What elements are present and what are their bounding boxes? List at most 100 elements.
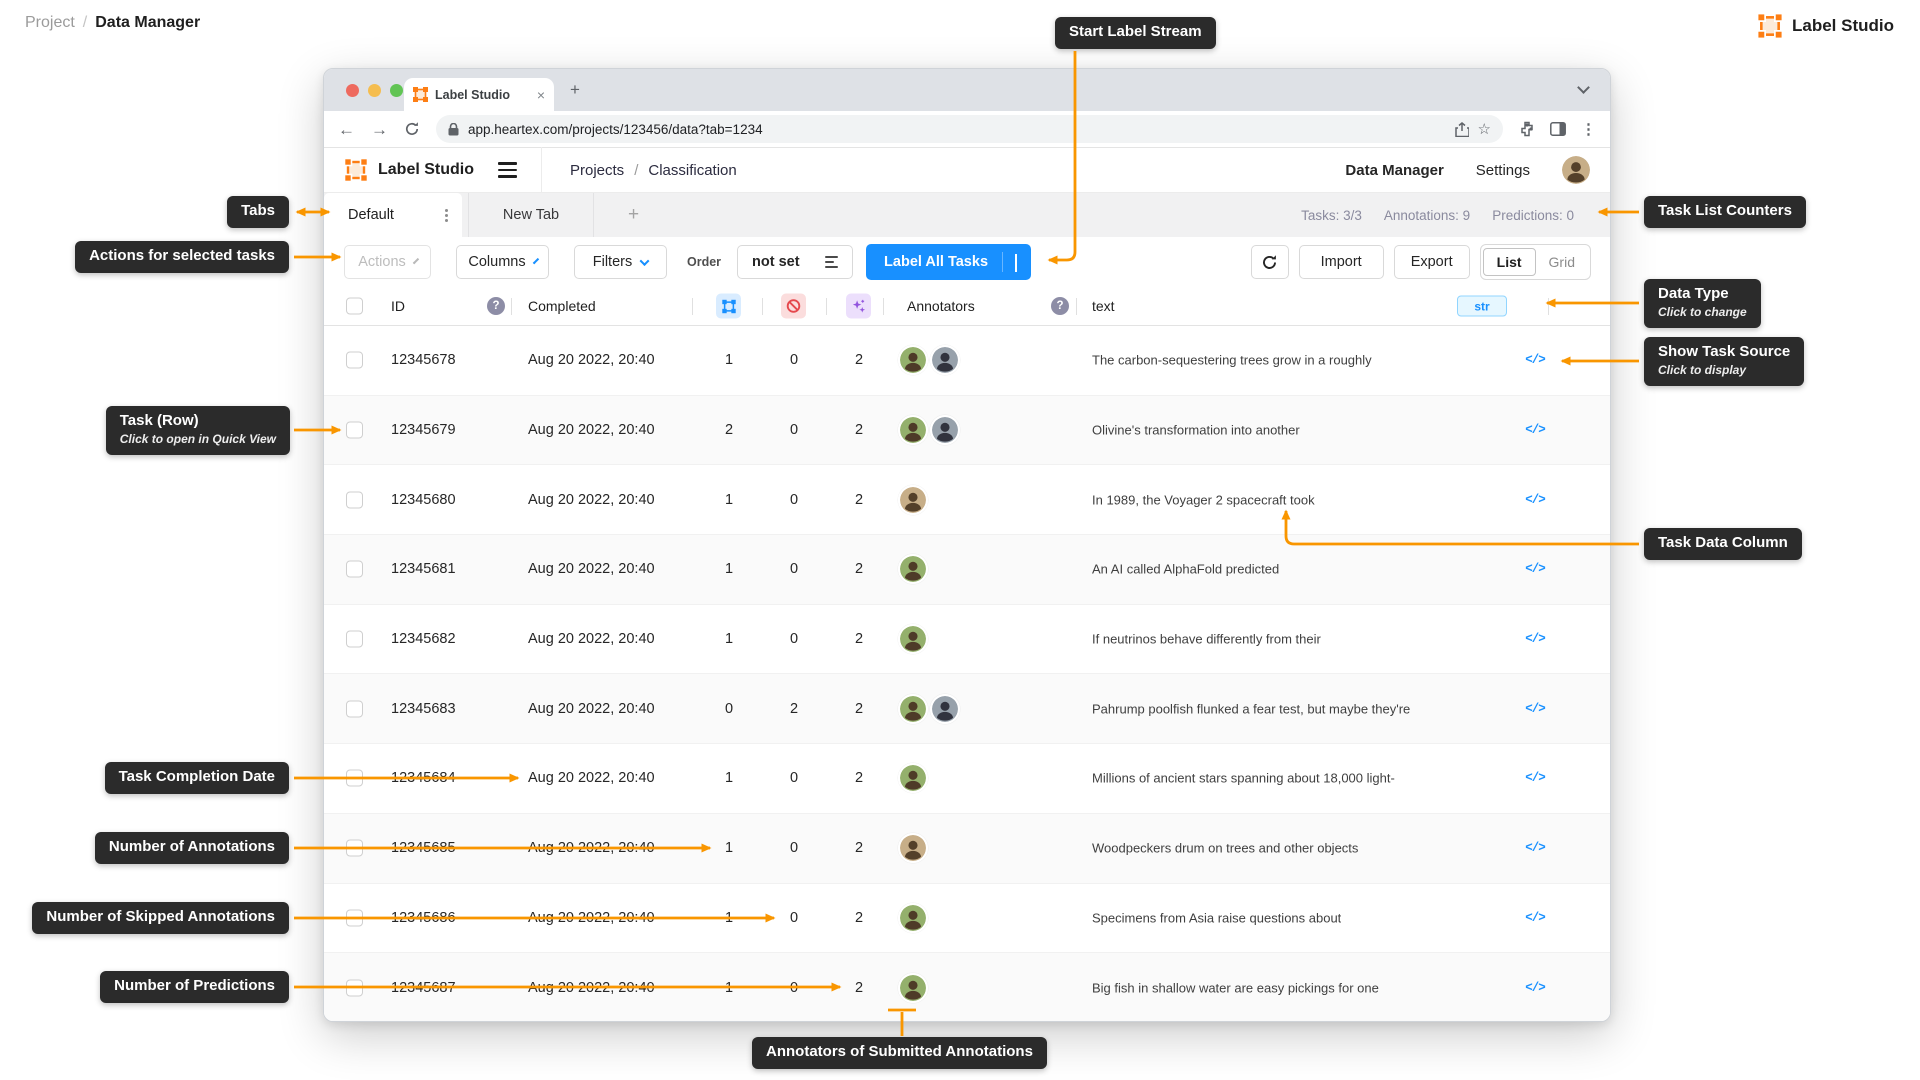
task-id: 12345685 bbox=[391, 840, 456, 857]
share-icon[interactable] bbox=[1454, 121, 1470, 137]
view-list-button[interactable]: List bbox=[1482, 248, 1536, 276]
table-row[interactable]: 12345685 Aug 20 2022, 20:40 1 0 2 Woodpe… bbox=[324, 813, 1610, 884]
import-button[interactable]: Import bbox=[1298, 245, 1384, 279]
reload-icon[interactable] bbox=[404, 121, 420, 137]
label-all-chevron-icon[interactable] bbox=[1015, 254, 1018, 272]
col-text-label[interactable]: text bbox=[1092, 298, 1115, 314]
refresh-button[interactable] bbox=[1250, 245, 1289, 279]
nav-settings[interactable]: Settings bbox=[1476, 162, 1530, 179]
table-row[interactable]: 12345680 Aug 20 2022, 20:40 1 0 2 In 198… bbox=[324, 465, 1610, 536]
col-id-label[interactable]: ID bbox=[391, 298, 405, 314]
show-source-icon[interactable]: </> bbox=[1520, 562, 1550, 576]
minimize-window-button[interactable] bbox=[368, 84, 381, 97]
traffic-lights bbox=[346, 84, 403, 97]
row-checkbox[interactable] bbox=[346, 769, 363, 787]
task-completed-date: Aug 20 2022, 20:40 bbox=[528, 352, 655, 369]
back-icon[interactable]: ← bbox=[338, 121, 355, 138]
show-source-icon[interactable]: </> bbox=[1520, 493, 1550, 507]
close-tab-icon[interactable]: × bbox=[537, 88, 545, 102]
show-source-icon[interactable]: </> bbox=[1520, 423, 1550, 437]
actions-dropdown[interactable]: Actions bbox=[344, 245, 431, 279]
table-row[interactable]: 12345687 Aug 20 2022, 20:40 1 0 2 Big fi… bbox=[324, 953, 1610, 1021]
address-bar[interactable]: app.heartex.com/projects/123456/data?tab… bbox=[436, 115, 1503, 143]
new-browser-tab-button[interactable]: + bbox=[570, 80, 580, 100]
show-source-icon[interactable]: </> bbox=[1520, 981, 1550, 995]
bookmark-star-icon[interactable]: ☆ bbox=[1478, 122, 1491, 137]
nav-data-manager[interactable]: Data Manager bbox=[1345, 162, 1443, 179]
task-id: 12345679 bbox=[391, 422, 456, 439]
data-type-badge[interactable]: str bbox=[1457, 295, 1507, 317]
col-annotators-label[interactable]: Annotators bbox=[907, 298, 975, 314]
filters-dropdown[interactable]: Filters bbox=[574, 245, 667, 279]
row-checkbox[interactable] bbox=[346, 700, 363, 718]
task-completed-date: Aug 20 2022, 20:40 bbox=[528, 631, 655, 648]
app-logo-icon[interactable] bbox=[343, 157, 369, 183]
annotator-avatars bbox=[898, 693, 960, 724]
show-source-icon[interactable]: </> bbox=[1520, 702, 1550, 716]
user-avatar[interactable] bbox=[1562, 156, 1590, 184]
tab-default[interactable]: Default bbox=[324, 193, 462, 237]
tab-options-icon[interactable] bbox=[445, 208, 448, 222]
annotator-avatars bbox=[898, 345, 960, 376]
app-breadcrumb-projects-link[interactable]: Projects bbox=[570, 162, 624, 179]
table-row[interactable]: 12345686 Aug 20 2022, 20:40 1 0 2 Specim… bbox=[324, 883, 1610, 954]
help-icon[interactable]: ? bbox=[487, 297, 505, 315]
table-row[interactable]: 12345678 Aug 20 2022, 20:40 1 0 2 The ca… bbox=[324, 326, 1610, 396]
label-all-tasks-button[interactable]: Label All Tasks bbox=[866, 244, 1032, 280]
table-row[interactable]: 12345682 Aug 20 2022, 20:40 1 0 2 If neu… bbox=[324, 604, 1610, 675]
table-row[interactable]: 12345684 Aug 20 2022, 20:40 1 0 2 Millio… bbox=[324, 744, 1610, 814]
row-checkbox[interactable] bbox=[346, 560, 363, 578]
help-icon[interactable]: ? bbox=[1051, 297, 1069, 315]
page: Project / Data Manager Label Studio Labe… bbox=[0, 0, 1920, 1080]
extensions-puzzle-icon[interactable] bbox=[1519, 121, 1535, 137]
hamburger-menu-icon[interactable] bbox=[498, 162, 517, 178]
annotations-column-icon[interactable] bbox=[716, 293, 741, 319]
order-button[interactable]: not set bbox=[737, 245, 854, 279]
avatar bbox=[898, 415, 928, 446]
show-source-icon[interactable]: </> bbox=[1520, 771, 1550, 785]
task-text: An AI called AlphaFold predicted bbox=[1092, 561, 1280, 577]
row-checkbox[interactable] bbox=[346, 839, 363, 857]
table-row[interactable]: 12345681 Aug 20 2022, 20:40 1 0 2 An AI … bbox=[324, 535, 1610, 605]
show-source-icon[interactable]: </> bbox=[1520, 841, 1550, 855]
show-source-icon[interactable]: </> bbox=[1520, 632, 1550, 646]
row-checkbox[interactable] bbox=[346, 491, 363, 509]
row-checkbox[interactable] bbox=[346, 909, 363, 927]
view-grid-button[interactable]: Grid bbox=[1536, 248, 1588, 276]
browser-tab[interactable]: Label Studio × bbox=[404, 78, 554, 111]
col-completed-label[interactable]: Completed bbox=[528, 298, 596, 314]
close-window-button[interactable] bbox=[346, 84, 359, 97]
app-header: Label Studio Projects / Classification D… bbox=[324, 147, 1610, 193]
tab-new-tab[interactable]: New Tab bbox=[468, 193, 594, 237]
annotator-avatars bbox=[898, 554, 928, 585]
skipped-column-icon[interactable] bbox=[781, 293, 806, 319]
row-checkbox[interactable] bbox=[346, 630, 363, 648]
chevron-down-icon[interactable] bbox=[1577, 81, 1590, 94]
predictions-column-icon[interactable] bbox=[846, 293, 871, 319]
task-id: 12345684 bbox=[391, 770, 456, 787]
callout-show-task-source: Show Task Source Click to display bbox=[1644, 337, 1805, 386]
maximize-window-button[interactable] bbox=[390, 84, 403, 97]
export-button[interactable]: Export bbox=[1393, 245, 1470, 279]
task-id: 12345681 bbox=[391, 561, 456, 578]
annotations-count: 1 bbox=[724, 840, 734, 857]
row-checkbox[interactable] bbox=[346, 351, 363, 369]
select-all-checkbox[interactable] bbox=[346, 297, 363, 315]
breadcrumb-project-link[interactable]: Project bbox=[25, 14, 75, 32]
show-source-icon[interactable]: </> bbox=[1520, 911, 1550, 925]
table-row[interactable]: 12345683 Aug 20 2022, 20:40 0 2 2 Pahrum… bbox=[324, 674, 1610, 745]
avatar bbox=[898, 554, 928, 585]
table-row[interactable]: 12345679 Aug 20 2022, 20:40 2 0 2 Olivin… bbox=[324, 395, 1610, 466]
add-tab-button[interactable]: + bbox=[628, 204, 639, 226]
show-source-icon[interactable]: </> bbox=[1520, 353, 1550, 367]
row-checkbox[interactable] bbox=[346, 421, 363, 439]
avatar bbox=[898, 624, 928, 655]
columns-dropdown[interactable]: Columns bbox=[456, 245, 549, 279]
forward-icon[interactable]: → bbox=[371, 121, 388, 138]
annotator-avatars bbox=[898, 415, 960, 446]
side-panel-icon[interactable] bbox=[1550, 122, 1566, 136]
favicon-icon bbox=[413, 87, 428, 102]
row-checkbox[interactable] bbox=[346, 979, 363, 997]
browser-menu-icon[interactable]: ⋮ bbox=[1581, 120, 1596, 138]
callout-task-data-column: Task Data Column bbox=[1644, 528, 1802, 560]
